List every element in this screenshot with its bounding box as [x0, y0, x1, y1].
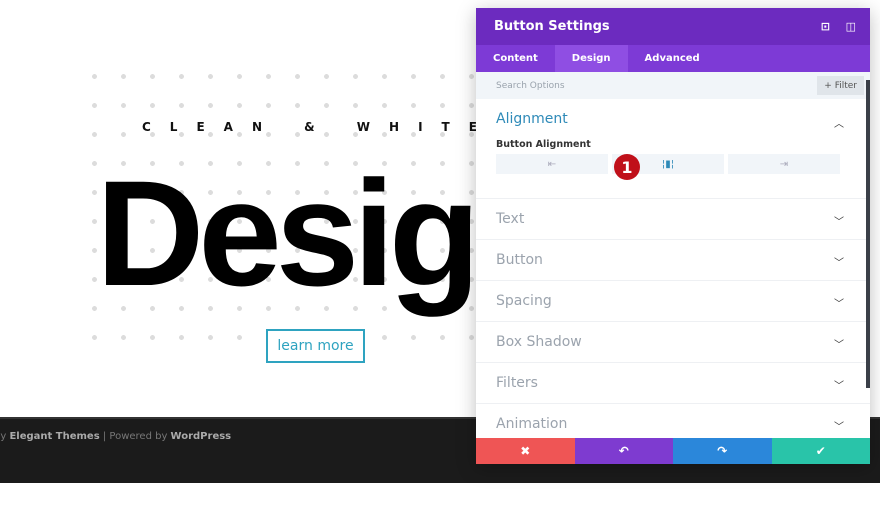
chevron-down-icon: ﹀	[834, 340, 844, 351]
wordpress-link[interactable]: WordPress	[171, 431, 232, 442]
cancel-button[interactable]: ✖	[476, 438, 575, 464]
chevron-down-icon: ﹀	[834, 299, 844, 310]
learn-more-button[interactable]: learn more	[266, 329, 365, 363]
tagline: CLEAN & WHITE	[142, 120, 496, 134]
scrollbar[interactable]	[866, 80, 870, 388]
panel-title: Button Settings	[494, 19, 610, 34]
chevron-up-icon[interactable]: ︿	[834, 115, 844, 130]
filter-button[interactable]: + Filter	[817, 76, 864, 95]
section-alignment: Alignment ︿ Button Alignment ⇤ ¦▮¦ ⇥	[476, 99, 870, 199]
search-options-input[interactable]: Search Options + Filter	[476, 72, 870, 99]
redo-icon: ↷	[717, 444, 728, 458]
section-text[interactable]: Text ﹀	[476, 199, 870, 240]
step-badge: 1	[614, 154, 640, 180]
tab-advanced[interactable]: Advanced	[628, 45, 717, 72]
tab-design[interactable]: Design	[554, 45, 628, 72]
search-placeholder: Search Options	[496, 80, 565, 91]
close-icon: ✖	[520, 444, 531, 458]
section-spacing[interactable]: Spacing ﹀	[476, 281, 870, 322]
dock-sidebar-icon[interactable]: ◫	[846, 20, 856, 33]
undo-button[interactable]: ↶	[574, 438, 673, 464]
undo-icon: ↶	[618, 444, 629, 458]
align-right-button[interactable]: ⇥	[728, 154, 840, 174]
field-label: Button Alignment	[496, 139, 591, 150]
fullscreen-icon[interactable]: ⊡	[821, 20, 830, 33]
section-title[interactable]: Alignment	[496, 111, 850, 127]
action-bar: ✖ ↶ ↷ ✔	[476, 438, 870, 464]
check-icon: ✔	[815, 444, 826, 458]
panel-header[interactable]: Button Settings ⊡ ◫	[476, 8, 870, 45]
align-left-button[interactable]: ⇤	[496, 154, 608, 174]
section-filters[interactable]: Filters ﹀	[476, 363, 870, 404]
footer-credits: by Elegant Themes | Powered by WordPress	[0, 431, 232, 442]
save-button[interactable]: ✔	[771, 438, 870, 464]
redo-button[interactable]: ↷	[673, 438, 772, 464]
tab-content[interactable]: Content	[476, 45, 555, 72]
chevron-down-icon: ﹀	[834, 258, 844, 269]
button-settings-panel: Button Settings ⊡ ◫ Content Design Advan…	[476, 8, 870, 464]
tab-bar: Content Design Advanced	[476, 45, 870, 72]
elegant-themes-link[interactable]: Elegant Themes	[9, 431, 99, 442]
chevron-down-icon: ﹀	[834, 381, 844, 392]
chevron-down-icon: ﹀	[834, 217, 844, 228]
section-box-shadow[interactable]: Box Shadow ﹀	[476, 322, 870, 363]
chevron-down-icon: ﹀	[834, 422, 844, 433]
section-button[interactable]: Button ﹀	[476, 240, 870, 281]
alignment-options: ⇤ ¦▮¦ ⇥	[496, 154, 850, 174]
